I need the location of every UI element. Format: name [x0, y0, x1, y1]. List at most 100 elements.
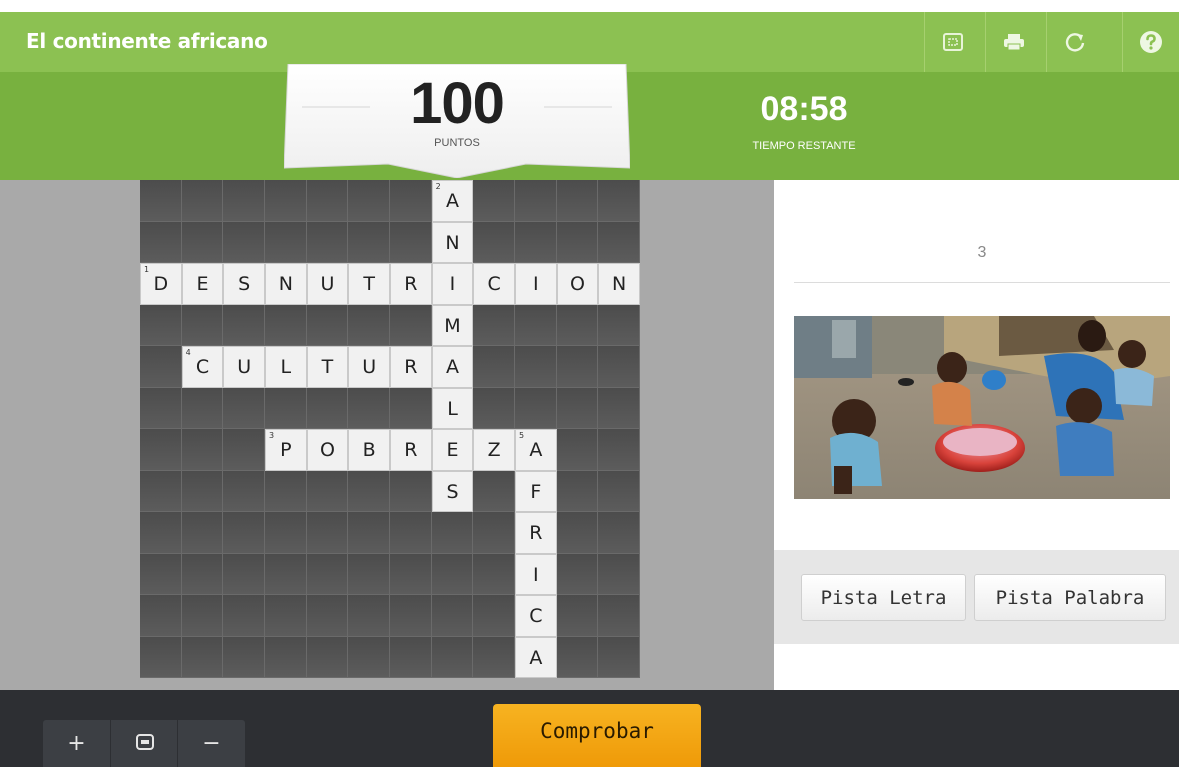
blank-cell [223, 636, 265, 678]
letter-cell[interactable]: 3P [265, 429, 307, 471]
restart-button[interactable] [1046, 12, 1103, 72]
blank-cell [473, 180, 515, 222]
blank-cell [598, 221, 640, 263]
blank-cell [181, 470, 224, 512]
letter-cell[interactable]: E [181, 263, 224, 305]
word-hint-button[interactable]: Pista Palabra [974, 574, 1166, 621]
blank-cell [265, 221, 307, 263]
letter-cell[interactable]: S [223, 263, 265, 305]
blank-cell [181, 304, 224, 346]
zoom-fit-button[interactable] [111, 720, 178, 767]
letter-cell[interactable]: I [431, 263, 474, 305]
blank-cell [348, 512, 390, 554]
blank-cell [265, 180, 307, 222]
letter-cell[interactable]: T [348, 263, 390, 305]
blank-cell [181, 387, 224, 429]
letter-cell[interactable]: L [265, 346, 307, 388]
blank-cell [473, 221, 515, 263]
letter-cell[interactable]: O [306, 429, 349, 471]
cell-letter: T [321, 356, 334, 378]
blank-cell [556, 470, 599, 512]
clue-image [794, 316, 1170, 499]
letter-cell[interactable]: 5A [515, 429, 557, 471]
letter-cell[interactable]: C [515, 595, 557, 637]
letter-cell[interactable]: Z [473, 429, 515, 471]
cell-letter: N [445, 231, 460, 254]
letter-cell[interactable]: I [515, 553, 557, 595]
clue-number: 3 [977, 244, 987, 261]
blank-cell [181, 595, 224, 637]
blank-cell [140, 346, 182, 388]
letter-cell[interactable]: R [390, 346, 432, 388]
letter-cell[interactable]: U [306, 263, 349, 305]
blank-cell [390, 595, 432, 637]
letter-cell[interactable]: R [390, 263, 432, 305]
blank-cell [390, 304, 432, 346]
zoom-out-button[interactable]: − [178, 720, 245, 767]
blank-cell [348, 636, 390, 678]
letter-cell[interactable]: 4C [181, 346, 224, 388]
zoom-in-button[interactable]: + [43, 720, 110, 767]
blank-cell [181, 180, 224, 222]
fullscreen-button[interactable] [924, 12, 981, 72]
letter-cell[interactable]: I [515, 263, 557, 305]
letter-cell[interactable]: T [306, 346, 349, 388]
letter-cell[interactable]: N [598, 263, 640, 305]
letter-cell[interactable]: A [431, 346, 474, 388]
cell-letter: R [404, 356, 418, 378]
letter-cell[interactable]: O [556, 263, 599, 305]
blank-cell [431, 553, 474, 595]
blank-cell [598, 304, 640, 346]
letter-cell[interactable]: E [431, 429, 474, 471]
blank-cell [140, 387, 182, 429]
letter-cell[interactable]: B [348, 429, 390, 471]
blank-cell [306, 470, 349, 512]
cell-letter: M [444, 314, 461, 337]
blank-cell [556, 553, 599, 595]
letter-hint-button[interactable]: Pista Letra [801, 574, 966, 621]
blank-cell [556, 512, 599, 554]
cell-letter: I [533, 563, 539, 586]
letter-cell[interactable]: U [348, 346, 390, 388]
blank-cell [515, 304, 557, 346]
blank-cell [181, 221, 224, 263]
letter-cell[interactable]: U [223, 346, 265, 388]
blank-cell [515, 221, 557, 263]
letter-cell[interactable]: R [390, 429, 432, 471]
cell-letter: F [530, 480, 542, 503]
restart-icon [1064, 31, 1086, 53]
letter-cell[interactable]: R [515, 512, 557, 554]
letter-cell[interactable]: N [431, 221, 474, 263]
clue-number-marker: 2 [435, 182, 441, 191]
blank-cell [181, 636, 224, 678]
blank-cell [140, 221, 182, 263]
letter-cell[interactable]: S [431, 470, 474, 512]
blank-cell [348, 553, 390, 595]
blank-cell [223, 595, 265, 637]
cell-letter: T [363, 273, 375, 295]
cell-letter: S [238, 273, 251, 295]
letter-cell[interactable]: M [431, 304, 474, 346]
blank-cell [556, 387, 599, 429]
cell-letter: O [570, 273, 585, 295]
letter-cell[interactable]: A [515, 636, 557, 678]
check-button[interactable]: Comprobar [493, 704, 701, 767]
blank-cell [473, 636, 515, 678]
cell-letter: U [362, 356, 377, 378]
blank-cell [265, 553, 307, 595]
blank-cell [515, 387, 557, 429]
letter-cell[interactable]: F [515, 470, 557, 512]
cell-letter: L [447, 397, 458, 420]
clue-number-marker: 5 [519, 431, 525, 440]
letter-cell[interactable]: 1D [140, 263, 182, 305]
letter-cell[interactable]: C [473, 263, 515, 305]
timer-value: 08:58 [760, 90, 848, 128]
blank-cell [265, 387, 307, 429]
help-button[interactable] [1122, 12, 1179, 72]
blank-cell [140, 553, 182, 595]
print-button[interactable] [985, 12, 1042, 72]
letter-cell[interactable]: N [265, 263, 307, 305]
letter-cell[interactable]: 2A [431, 180, 474, 222]
blank-cell [348, 180, 390, 222]
letter-cell[interactable]: L [431, 387, 474, 429]
